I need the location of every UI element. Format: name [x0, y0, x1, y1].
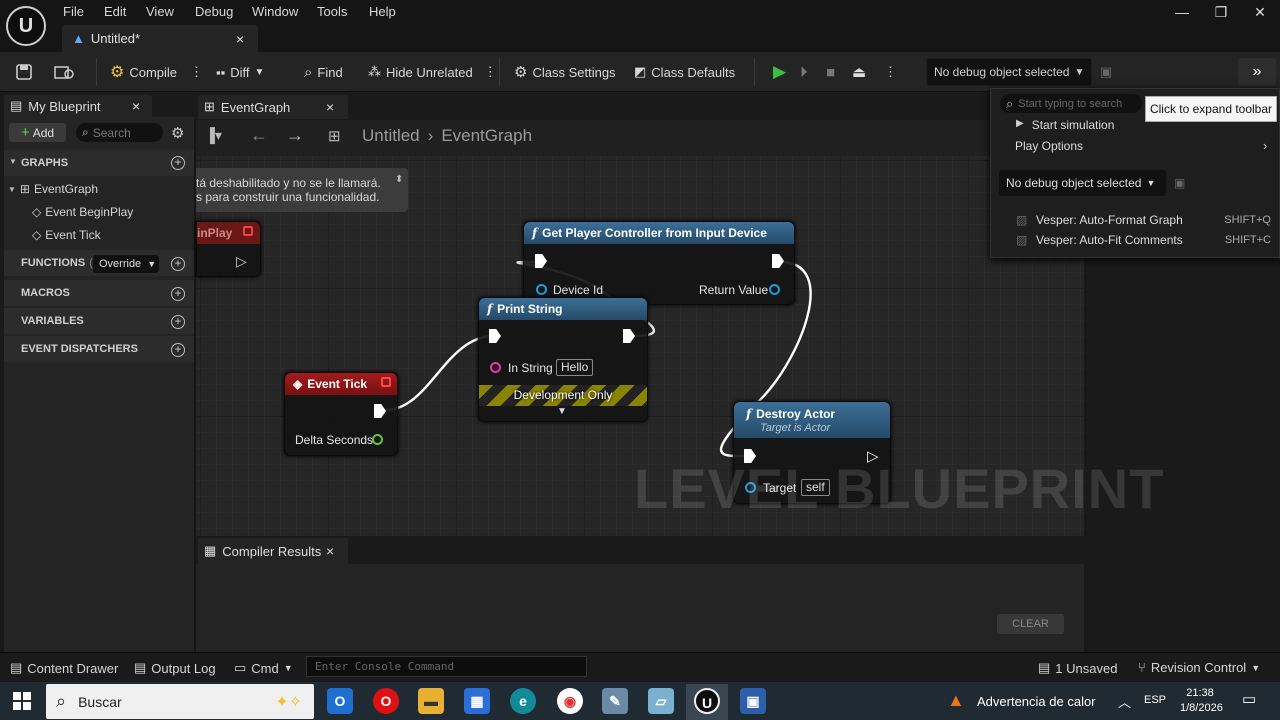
auto-fit-shortcut: SHIFT+C [1224, 234, 1271, 246]
search-icon: ⌕ [1006, 95, 1014, 111]
chevron-right-icon: › [1263, 138, 1268, 153]
unreal-editor-window: U File Edit View Debug Window Tools Help… [0, 0, 1280, 720]
auto-format-label: Vesper: Auto-Format Graph [1036, 213, 1183, 227]
taskbar-search[interactable]: ⌕ Buscar ✦✧ [46, 684, 314, 719]
cmd-dropdown[interactable]: ▭ Cmd ▼ [234, 660, 293, 676]
revision-control-icon: ⑂ [1138, 660, 1146, 675]
debug-filter-icon[interactable]: ▣ [1174, 176, 1185, 190]
editor-taskbar-icon[interactable]: ▣ [740, 688, 766, 714]
outlook-icon[interactable]: O [327, 688, 353, 714]
overflow-debug-label: No debug object selected [1006, 176, 1142, 190]
unsaved-icon: ▤ [1038, 660, 1051, 675]
output-log-label: Output Log [151, 660, 216, 676]
level-blueprint-watermark: LEVEL BLUEPRINT [634, 457, 1165, 520]
overflow-search-placeholder: Start typing to search [1018, 97, 1123, 110]
auto-fit-label: Vesper: Auto-Fit Comments [1036, 233, 1183, 247]
device-id-label: Device Id [553, 283, 604, 297]
unsaved-label: 1 Unsaved [1055, 660, 1118, 676]
revision-control-label: Revision Control [1150, 660, 1247, 675]
compiler-results-icon: ▦ [204, 543, 217, 558]
get-player-controller-header: f Get Player Controller from Input Devic… [524, 222, 794, 244]
start-simulation-label: Start simulation [1031, 118, 1115, 132]
compiler-results-body [196, 564, 1084, 652]
chrome-icon[interactable]: ◉ [557, 688, 583, 714]
expand-node-icon[interactable]: ▼ [557, 406, 567, 417]
grip-icon: ▨ [1016, 233, 1028, 247]
destroy-actor-subtitle: Target is Actor [760, 421, 831, 434]
paint-icon[interactable]: ✎ [602, 688, 628, 714]
taskbar-search-label: Buscar [78, 693, 122, 710]
function-icon: f [532, 226, 538, 240]
content-drawer-label: Content Drawer [27, 660, 119, 676]
play-options-item[interactable]: Play Options [1015, 139, 1083, 153]
overflow-debug-selector[interactable]: No debug object selected ▼ [999, 170, 1166, 196]
destroy-actor-header: f Destroy Actor Target is Actor [734, 402, 890, 438]
windows-start-icon[interactable] [13, 692, 31, 710]
print-string-header: f Print String [479, 298, 647, 320]
heat-warning-label[interactable]: Advertencia de calor [977, 694, 1096, 709]
sparkle-icon: ✦✧ [275, 693, 302, 711]
auto-format-shortcut: SHIFT+Q [1224, 214, 1271, 226]
device-id-pin[interactable] [536, 284, 547, 295]
console-input[interactable]: Enter Console Command [306, 656, 587, 677]
function-icon: f [746, 406, 752, 421]
in-string-input[interactable]: Hello [556, 359, 594, 376]
overflow-search-input[interactable]: ⌕ Start typing to search [1000, 94, 1142, 113]
grip-icon: ▨ [1016, 213, 1028, 227]
development-only-banner: Development Only [479, 385, 647, 406]
cmd-icon: ▭ [234, 660, 247, 675]
output-log-button[interactable]: ▤ Output Log [134, 660, 216, 676]
cmd-label: Cmd [251, 660, 279, 676]
compiler-results-label: Compiler Results [222, 543, 322, 559]
file-explorer-icon[interactable]: ▬ [418, 688, 444, 714]
warning-icon[interactable]: ▲ [947, 690, 965, 711]
notification-icon[interactable]: ▭ [1242, 690, 1256, 708]
output-log-icon: ▤ [134, 660, 147, 675]
tray-chevron-icon[interactable]: ︿ [1118, 692, 1131, 711]
event-tick-title: Event Tick [307, 377, 368, 391]
chevron-down-icon: ▼ [283, 663, 293, 673]
search-icon: ⌕ [56, 691, 67, 711]
compiler-results-close-icon[interactable]: × [326, 543, 334, 559]
menu-item-auto-format[interactable]: ▨ Vesper: Auto-Format Graph SHIFT+Q [1016, 213, 1274, 227]
compiler-results-tab[interactable]: ▦ Compiler Results × [198, 538, 348, 564]
content-drawer-button[interactable]: ▤ Content Drawer [10, 660, 118, 676]
function-icon: f [487, 302, 493, 316]
in-string-pin[interactable] [490, 362, 501, 373]
chevron-down-icon: ▼ [1146, 178, 1156, 188]
clock-time: 21:38 [1186, 687, 1214, 699]
unsaved-button[interactable]: ▤ 1 Unsaved [1038, 660, 1117, 676]
store-icon[interactable]: ▦ [464, 688, 490, 714]
development-only-label: Development Only [513, 388, 613, 402]
language-indicator[interactable]: ESP [1144, 694, 1166, 706]
print-string-title: Print String [497, 302, 563, 316]
get-player-controller-title: Get Player Controller from Input Device [542, 226, 767, 240]
clear-button[interactable]: CLEAR [997, 614, 1064, 634]
revision-control-button[interactable]: ⑂ Revision Control ▼ [1138, 660, 1260, 675]
start-simulation-item[interactable]: ▶ Start simulation [1016, 118, 1114, 132]
in-string-label: In String [508, 361, 553, 375]
opera-icon[interactable]: O [373, 688, 399, 714]
unreal-taskbar-icon[interactable]: U [694, 688, 720, 714]
clock[interactable]: 21:38 1/8/2026 [1180, 686, 1223, 716]
content-drawer-icon: ▤ [10, 660, 23, 675]
menu-item-auto-fit[interactable]: ▨ Vesper: Auto-Fit Comments SHIFT+C [1016, 233, 1274, 247]
return-value-pin[interactable] [769, 284, 780, 295]
clock-date: 1/8/2026 [1180, 702, 1223, 714]
delta-seconds-label: Delta Seconds [295, 433, 374, 447]
event-diamond-icon: ◈ [293, 377, 303, 391]
chevron-down-icon: ▼ [1251, 662, 1261, 673]
expand-toolbar-tooltip: Click to expand toolbar [1145, 96, 1277, 122]
return-value-label: Return Value [699, 283, 769, 297]
edge-icon[interactable]: e [510, 688, 536, 714]
destroy-actor-title: Destroy Actor [756, 406, 836, 421]
delta-seconds-pin[interactable] [372, 434, 383, 445]
notepad-icon[interactable]: ▱ [648, 688, 674, 714]
play-icon: ▶ [1016, 118, 1024, 129]
event-delegate-icon [381, 377, 391, 387]
